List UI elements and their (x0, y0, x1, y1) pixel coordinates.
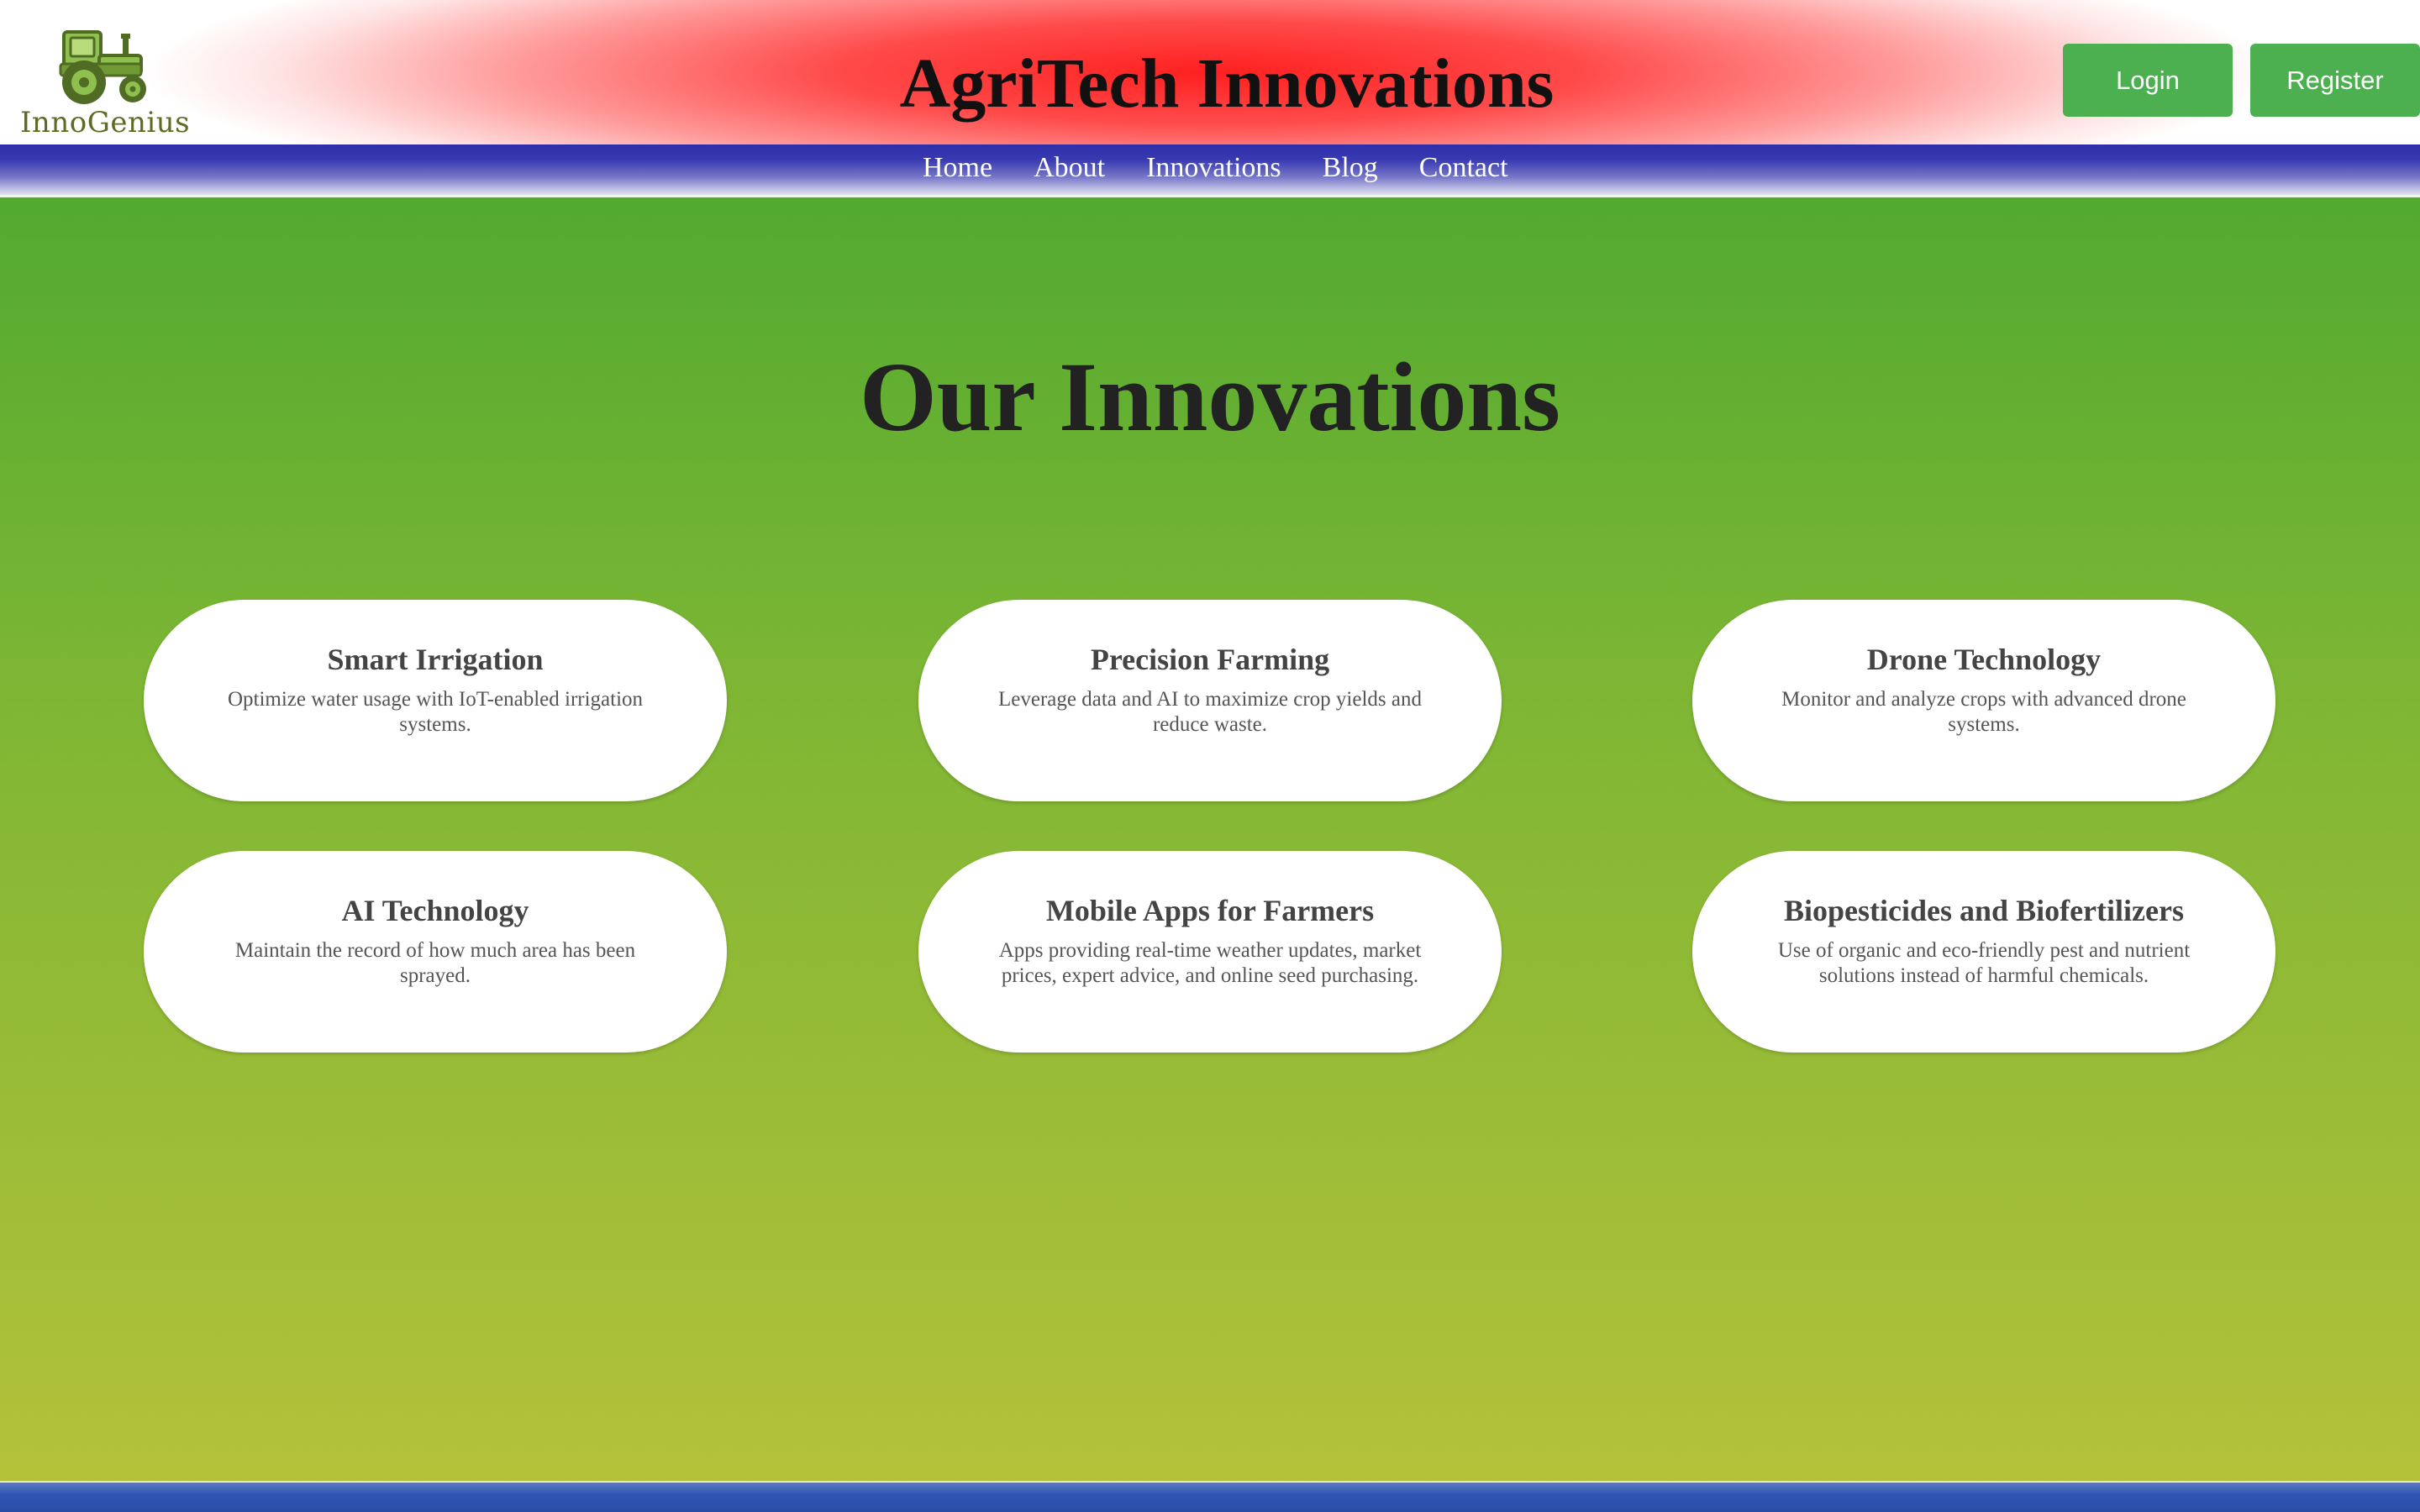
card-description: Apps providing real-time weather updates… (998, 938, 1422, 987)
card-title: Biopesticides and Biofertilizers (1784, 894, 2184, 927)
innovation-card-precision-farming[interactable]: Precision Farming Leverage data and AI t… (918, 600, 1502, 801)
card-title: Drone Technology (1866, 643, 2102, 676)
card-description: Leverage data and AI to maximize crop yi… (998, 687, 1422, 736)
innovation-card-ai-technology[interactable]: AI Technology Maintain the record of how… (144, 851, 727, 1053)
card-description: Optimize water usage with IoT-enabled ir… (227, 687, 644, 736)
innovation-cards: Smart Irrigation Optimize water usage wi… (0, 0, 2420, 1512)
footer-strip (0, 1481, 2420, 1512)
card-description: Use of organic and eco-friendly pest and… (1777, 938, 2191, 987)
innovation-card-biopesticides[interactable]: Biopesticides and Biofertilizers Use of … (1692, 851, 2275, 1053)
card-description: Monitor and analyze crops with advanced … (1781, 687, 2186, 736)
card-title: Mobile Apps for Farmers (1045, 894, 1375, 927)
card-description: Maintain the record of how much area has… (234, 938, 636, 987)
card-title: Smart Irrigation (327, 643, 544, 676)
card-title: AI Technology (341, 894, 529, 927)
innovation-card-mobile-apps[interactable]: Mobile Apps for Farmers Apps providing r… (918, 851, 1502, 1053)
innovation-card-drone-technology[interactable]: Drone Technology Monitor and analyze cro… (1692, 600, 2275, 801)
card-title: Precision Farming (1090, 643, 1330, 676)
innovation-card-smart-irrigation[interactable]: Smart Irrigation Optimize water usage wi… (144, 600, 727, 801)
